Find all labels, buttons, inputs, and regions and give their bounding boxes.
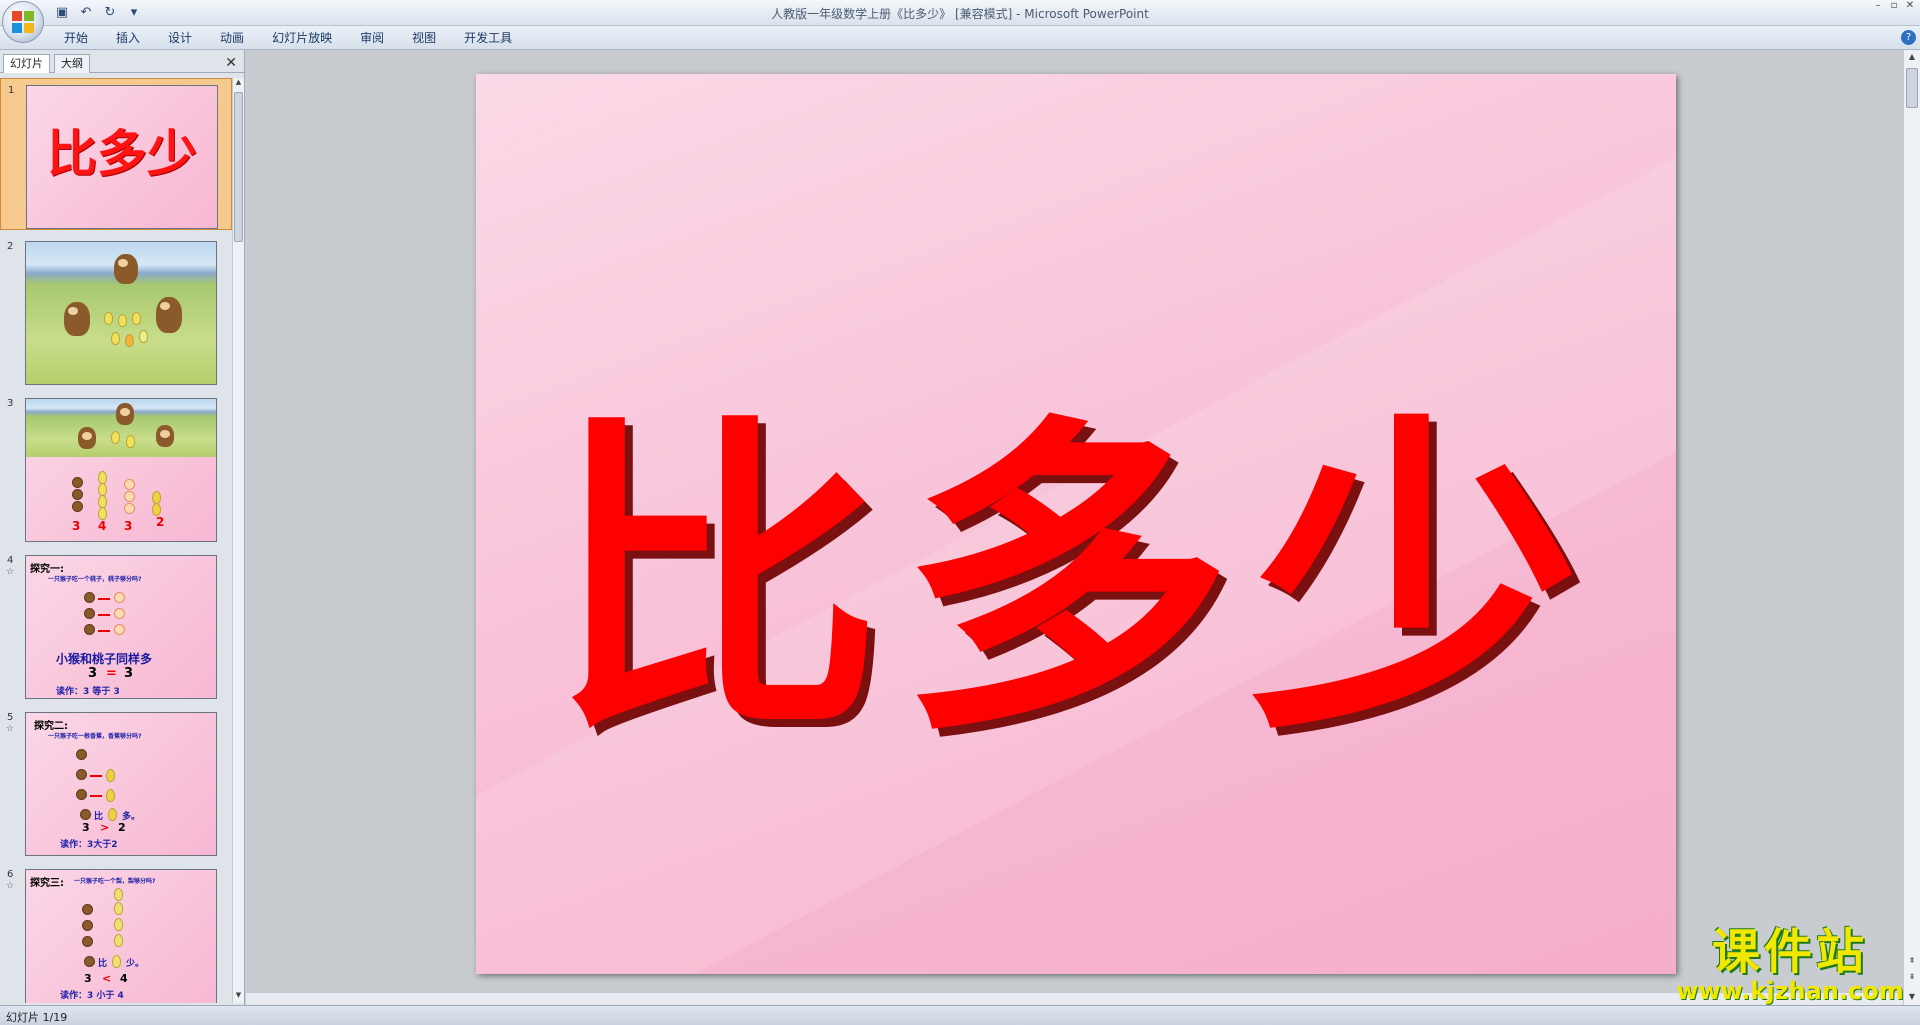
title-bar: ▣ ↶ ↻ ▾ 人教版一年级数学上册《比多少》 [兼容模式] - Microso… [0, 0, 1920, 26]
compare-word: 比 [98, 959, 108, 969]
slide-preview [25, 241, 217, 385]
panel-close-icon[interactable]: ✕ [225, 55, 237, 71]
eq-right: 4 [120, 972, 128, 985]
watermark-brand: 课件站 [1711, 924, 1868, 980]
slide-number: 6 [7, 869, 14, 880]
scroll-down-icon[interactable]: ▼ [233, 991, 244, 1003]
eq-op: = [106, 666, 117, 681]
eq-left: 3 [88, 666, 98, 681]
current-slide[interactable]: 比多少 [476, 74, 1676, 974]
slide-thumb-5[interactable]: 5 ☆ 探究二: 一只猴子吃一根香蕉，香蕉够分吗? 比 多。 3 > 2 读作：… [0, 706, 232, 858]
slide-thumb-6[interactable]: 6 ☆ 探究三: 一只猴子吃一个梨，梨够分吗? 比 少。 3 < 4 读作：3 … [0, 863, 232, 1003]
slide-thumb-1[interactable]: 1 比多少 [0, 78, 232, 230]
slide-preview: 3 4 3 2 [25, 398, 217, 542]
tab-outline[interactable]: 大纲 [54, 54, 90, 73]
scroll-thumb[interactable] [1906, 68, 1918, 108]
slide-number: 4 [7, 555, 14, 566]
eq-left: 3 [82, 821, 90, 834]
watermark-logo: 课件站 www.kjzhan.com [1670, 925, 1910, 1005]
slide-preview: 比多少 [26, 85, 218, 229]
count-label: 3 [72, 519, 81, 533]
eq-left: 3 [84, 972, 92, 985]
monkey-scene-image [26, 242, 216, 384]
minimize-icon[interactable]: – [1870, 0, 1886, 12]
slide-thumb-2[interactable]: 2 [0, 235, 232, 387]
slides-panel: 幻灯片 大纲 ✕ 1 比多少 2 3 3 4 3 2 4 ☆ 探究一: 一只猴子… [0, 50, 245, 1005]
tab-view[interactable]: 视图 [398, 30, 450, 46]
editor-scrollbar[interactable]: ▲ ⇞ ⇟ ▼ [1903, 50, 1920, 1005]
count-label: 3 [124, 519, 133, 533]
thumb-statement: 小猴和桃子同样多 [56, 652, 153, 666]
office-logo-icon [12, 11, 34, 33]
slide-thumb-4[interactable]: 4 ☆ 探究一: 一只猴子吃一个桃子，桃子够分吗? 小猴和桃子同样多 3 = 3… [0, 549, 232, 701]
slide-number: 3 [7, 398, 14, 409]
thumb-question: 一只猴子吃一根香蕉，香蕉够分吗? [48, 733, 142, 740]
thumb-question: 一只猴子吃一个桃子，桃子够分吗? [48, 576, 142, 583]
compare-word: 少。 [126, 959, 145, 969]
eq-right: 2 [118, 821, 126, 834]
thumb-reading: 读作：3大于2 [60, 840, 118, 850]
slide-thumb-3[interactable]: 3 3 4 3 2 [0, 392, 232, 544]
eq-right: 3 [124, 666, 134, 681]
animation-star-icon: ☆ [6, 567, 15, 577]
thumb-question: 一只猴子吃一个梨，梨够分吗? [74, 878, 156, 885]
count-label: 4 [98, 519, 107, 533]
restore-icon[interactable]: ▫ [1886, 0, 1902, 12]
animation-star-icon: ☆ [6, 881, 15, 891]
monkey-scene-image [26, 399, 216, 457]
tab-home[interactable]: 开始 [50, 30, 102, 46]
help-icon[interactable]: ? [1901, 30, 1916, 45]
slide-preview: 探究一: 一只猴子吃一个桃子，桃子够分吗? 小猴和桃子同样多 3 = 3 读作：… [25, 555, 217, 699]
thumb-heading: 探究三: [30, 878, 64, 889]
window-controls: – ▫ ✕ [1870, 0, 1918, 12]
eq-op: > [100, 821, 110, 834]
slide-thumbnails: 1 比多少 2 3 3 4 3 2 4 ☆ 探究一: 一只猴子吃一个桃子，桃子够… [0, 78, 232, 1003]
window-title: 人教版一年级数学上册《比多少》 [兼容模式] - Microsoft Power… [771, 7, 1149, 21]
office-button[interactable] [2, 1, 44, 43]
thumb-reading: 读作：3 等于 3 [56, 687, 120, 697]
panel-scrollbar[interactable]: ▲ ▼ [232, 78, 244, 1003]
close-icon[interactable]: ✕ [1902, 0, 1918, 12]
slide-number: 1 [8, 85, 15, 96]
horizontal-scrollbar[interactable] [246, 992, 1903, 1005]
ribbon: 开始 插入 设计 动画 幻灯片放映 审阅 视图 开发工具 ? [0, 26, 1920, 50]
scroll-up-icon[interactable]: ▲ [1904, 52, 1920, 61]
tab-slideshow[interactable]: 幻灯片放映 [258, 30, 346, 46]
slide-counter: 幻灯片 1/19 [6, 1011, 68, 1024]
thumb-heading: 探究二: [34, 721, 68, 732]
scroll-thumb[interactable] [234, 92, 243, 242]
thumb-reading: 读作：3 小于 4 [60, 991, 124, 1001]
slide-number: 2 [7, 241, 14, 252]
scroll-up-icon[interactable]: ▲ [233, 78, 244, 90]
tab-review[interactable]: 审阅 [346, 30, 398, 46]
tab-slides[interactable]: 幻灯片 [3, 54, 50, 73]
slide-preview: 探究二: 一只猴子吃一根香蕉，香蕉够分吗? 比 多。 3 > 2 读作：3大于2 [25, 712, 217, 856]
count-label: 2 [156, 515, 165, 529]
thumb-heading: 探究一: [30, 564, 64, 575]
eq-op: < [102, 972, 112, 985]
slide-title[interactable]: 比多少 [476, 314, 1676, 792]
status-bar: 幻灯片 1/19 [0, 1005, 1920, 1025]
ribbon-tabs: 开始 插入 设计 动画 幻灯片放映 审阅 视图 开发工具 [50, 30, 526, 46]
tab-developer[interactable]: 开发工具 [450, 30, 526, 46]
thumb-title: 比多少 [47, 124, 197, 183]
panel-tabs: 幻灯片 大纲 ✕ [0, 52, 245, 73]
animation-star-icon: ☆ [6, 724, 15, 734]
tab-design[interactable]: 设计 [154, 30, 206, 46]
watermark-url: www.kjzhan.com [1676, 977, 1904, 1005]
tab-insert[interactable]: 插入 [102, 30, 154, 46]
slide-preview: 探究三: 一只猴子吃一个梨，梨够分吗? 比 少。 3 < 4 读作：3 小于 4 [25, 869, 217, 1003]
slide-number: 5 [7, 712, 14, 723]
tab-animations[interactable]: 动画 [206, 30, 258, 46]
